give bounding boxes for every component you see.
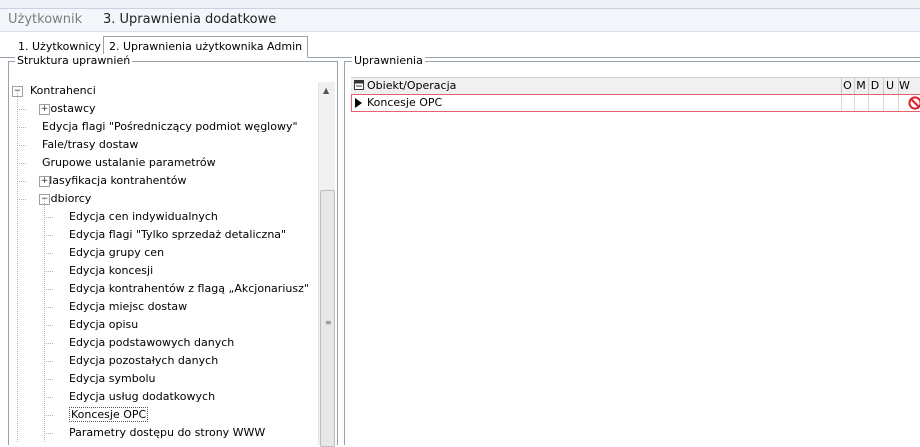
permissions-tree: Kontrahenci − Dostawcy + Edycja flagi "Pośre… [12, 82, 316, 442]
tree-connector [44, 235, 53, 236]
permissions-panel-title: Uprawnienia [352, 54, 425, 67]
tree-connector [44, 217, 53, 218]
title-bar: Użytkownik 3. Uprawnienia dodatkowe [0, 9, 920, 32]
expand-icon[interactable]: + [39, 176, 50, 187]
tree-node-label[interactable]: Grupowe ustalanie parametrów [42, 156, 216, 169]
tree-guide-line [17, 91, 18, 442]
structure-panel-title: Struktura uprawnień [15, 54, 133, 67]
tree-node-label[interactable]: Edycja kontrahentów z flagą „Akcjonarius… [69, 282, 309, 295]
cell-u[interactable] [883, 95, 899, 111]
no-entry-icon [908, 96, 920, 115]
expand-icon[interactable]: + [39, 104, 50, 115]
object-cell[interactable]: Koncesje OPC [365, 95, 842, 111]
tree-node-label[interactable]: Fale/trasy dostaw [42, 138, 138, 151]
cell-o[interactable] [841, 95, 855, 111]
tree-node[interactable]: Edycja pozostałych danych [69, 352, 218, 370]
tree-node[interactable]: Edycja opisu [69, 316, 138, 334]
tree-node-label[interactable]: Parametry dostępu do strony WWW [69, 426, 265, 439]
tree-node[interactable]: Edycja koncesji [69, 262, 153, 280]
tree-node-label[interactable]: Dostawcy [42, 102, 96, 115]
tree-guide-line [44, 199, 45, 442]
tab-strip: 1. Użytkownicy 2. Uprawnienia użytkownik… [0, 33, 920, 58]
column-header-w[interactable]: W [898, 78, 920, 94]
tree-node[interactable]: Edycja miejsc dostaw [69, 298, 187, 316]
tree-node-label[interactable]: Edycja opisu [69, 318, 138, 331]
column-header-o[interactable]: O [841, 78, 853, 94]
tree-connector [44, 271, 53, 272]
tab-admin-permissions[interactable]: 2. Uprawnienia użytkownika Admin [103, 36, 309, 58]
tree-node-label[interactable]: Edycja pozostałych danych [69, 354, 218, 367]
cell-w[interactable] [898, 95, 920, 111]
tree-node[interactable]: Edycja podstawowych danych [69, 334, 234, 352]
tree-connector [44, 289, 53, 290]
tree-node[interactable]: Edycja grupy cen [69, 244, 164, 262]
tree-connector [17, 181, 26, 182]
tree-node-label[interactable]: Edycja flagi "Tylko sprzedaż detaliczna" [69, 228, 286, 241]
tree-node-label[interactable]: Edycja podstawowych danych [69, 336, 234, 349]
tree-node-label[interactable]: Koncesje OPC [69, 407, 149, 422]
tree-node[interactable]: Edycja flagi "Tylko sprzedaż detaliczna" [69, 226, 286, 244]
grid-select-icon[interactable] [354, 80, 364, 93]
tree-node-label[interactable]: Edycja miejsc dostaw [69, 300, 187, 313]
tree-connector [44, 307, 53, 308]
tree-scrollbar[interactable]: ▲ ≡ [318, 82, 335, 447]
tree-connector [17, 199, 26, 200]
permissions-panel: Uprawnienia Obiekt/Operacja O M D U W Ko… [344, 54, 920, 445]
tree-node[interactable]: Dostawcy [42, 100, 96, 118]
tree-node[interactable]: Grupowe ustalanie parametrów [42, 154, 216, 172]
tree-connector [17, 127, 26, 128]
tree-node-label[interactable]: Edycja usług dodatkowych [69, 390, 215, 403]
tree-connector [44, 433, 53, 434]
tree-node[interactable]: Edycja usług dodatkowych [69, 388, 215, 406]
tree-node[interactable]: Koncesje OPC [69, 406, 149, 424]
cell-d[interactable] [868, 95, 884, 111]
page-title: 3. Uprawnienia dodatkowe [103, 12, 277, 27]
column-header-m[interactable]: M [854, 78, 867, 94]
grid-header: Obiekt/Operacja O M D U W [351, 77, 920, 95]
tree-node[interactable]: Edycja symbolu [69, 370, 155, 388]
tree-node-label[interactable]: Edycja flagi "Pośredniczący podmiot węgl… [42, 120, 298, 133]
column-header-d[interactable]: D [868, 78, 881, 94]
tree-node[interactable]: Klasyfikacja kontrahentów [42, 172, 186, 190]
grip-icon: ≡ [325, 318, 332, 327]
tree-connector [44, 415, 53, 416]
table-row[interactable]: Koncesje OPC [351, 94, 920, 112]
tree-connector [44, 361, 53, 362]
tree-node-label[interactable]: Edycja symbolu [69, 372, 155, 385]
permissions-structure-panel: Struktura uprawnień Kontrahenci − Dostawcy… [8, 54, 338, 447]
user-label: Użytkownik [8, 12, 83, 27]
tree-node[interactable]: Edycja kontrahentów z flagą „Akcjonarius… [69, 280, 309, 298]
tree-connector [44, 343, 53, 344]
column-header-object[interactable]: Obiekt/Operacja [365, 78, 822, 94]
tree-node-label[interactable]: Klasyfikacja kontrahentów [42, 174, 186, 187]
tree-connector [17, 109, 26, 110]
tree-connector [44, 379, 53, 380]
tree-connector [17, 163, 26, 164]
tree-connector [44, 397, 53, 398]
tree-node-label[interactable]: Edycja koncesji [69, 264, 153, 277]
tree-node[interactable]: Kontrahenci [30, 82, 96, 100]
tree-node[interactable]: Parametry dostępu do strony WWW [69, 424, 265, 442]
tree-node[interactable]: Edycja cen indywidualnych [69, 208, 218, 226]
column-header-u[interactable]: U [883, 78, 896, 94]
tree-connector [17, 145, 26, 146]
scrollbar-thumb[interactable]: ≡ [320, 190, 335, 447]
tree-connector [44, 253, 53, 254]
scroll-up-icon[interactable]: ▲ [323, 86, 329, 95]
tree-node-label[interactable]: Edycja cen indywidualnych [69, 210, 218, 223]
current-row-indicator-icon [355, 98, 362, 108]
tree-node-label[interactable]: Edycja grupy cen [69, 246, 164, 259]
tree-node[interactable]: Fale/trasy dostaw [42, 136, 138, 154]
cell-m[interactable] [854, 95, 869, 111]
tree-node[interactable]: Edycja flagi "Pośredniczący podmiot węgl… [42, 118, 298, 136]
top-strip [0, 0, 920, 9]
tree-connector [44, 325, 53, 326]
tree-node-label[interactable]: Kontrahenci [30, 84, 96, 97]
